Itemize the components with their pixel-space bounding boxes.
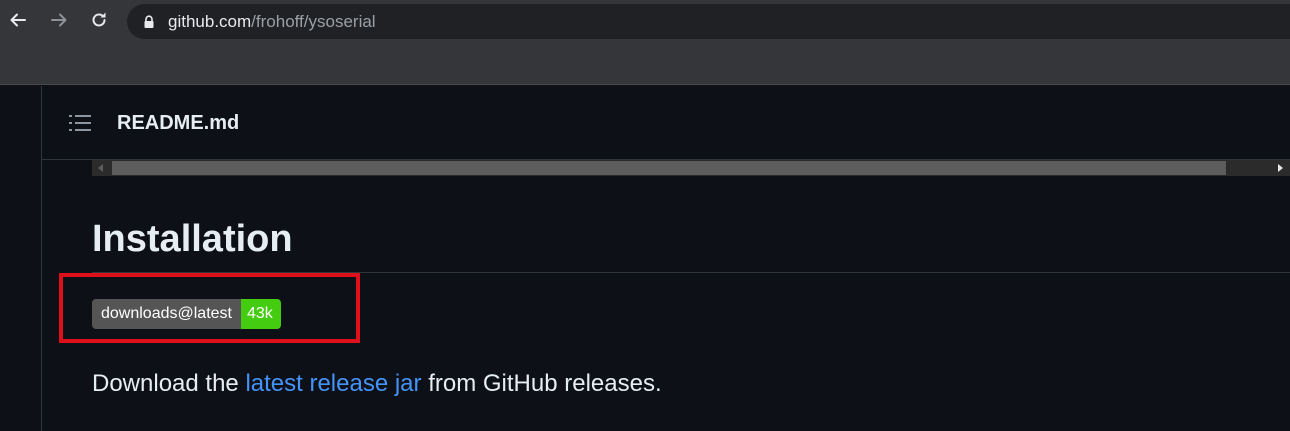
url-text: github.com/frohoff/ysoserial	[168, 12, 376, 32]
url-path: /frohoff/ysoserial	[251, 12, 376, 31]
list-icon[interactable]	[68, 113, 92, 133]
back-button[interactable]	[5, 7, 31, 33]
browser-toolbar: github.com/frohoff/ysoserial	[0, 0, 1290, 85]
scroll-left-icon[interactable]	[98, 164, 103, 172]
reload-button[interactable]	[86, 7, 112, 33]
readme-filename[interactable]: README.md	[117, 112, 239, 135]
highlight-box	[59, 273, 360, 343]
paragraph-text-after: from GitHub releases.	[421, 370, 662, 397]
arrow-left-icon	[10, 13, 26, 27]
horizontal-scrollbar[interactable]	[92, 160, 1290, 176]
arrow-right-icon	[51, 13, 67, 27]
reload-icon	[92, 12, 106, 27]
url-host: github.com	[168, 12, 252, 31]
address-bar[interactable]: github.com/frohoff/ysoserial	[127, 4, 1290, 39]
readme-header: README.md	[42, 86, 1290, 160]
scroll-right-icon[interactable]	[1278, 164, 1283, 172]
paragraph-text-before: Download the	[92, 370, 246, 397]
latest-release-link[interactable]: latest release jar	[245, 370, 421, 397]
section-heading: Installation	[92, 218, 293, 260]
lock-icon	[144, 15, 154, 28]
scrollbar-thumb[interactable]	[112, 161, 1226, 175]
install-paragraph: Download the latest release jar from Git…	[92, 370, 662, 398]
forward-button[interactable]	[46, 7, 72, 33]
